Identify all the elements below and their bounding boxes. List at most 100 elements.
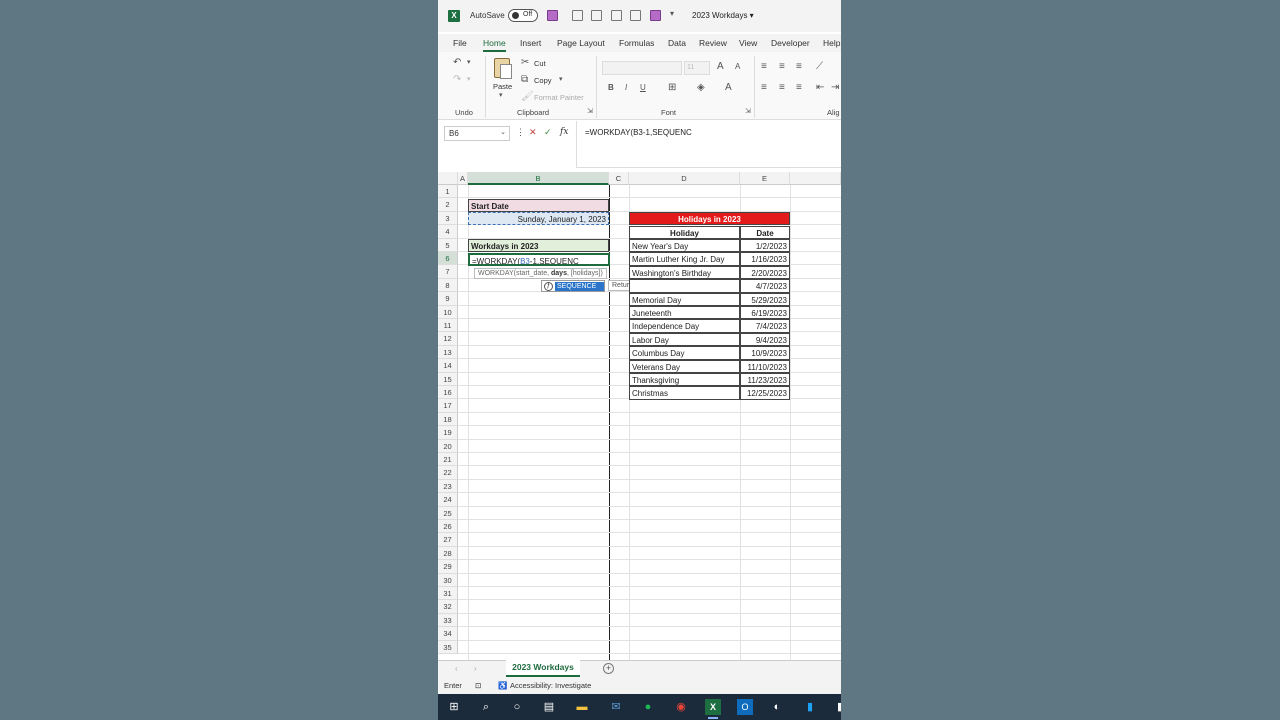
holiday-header[interactable]: Holiday — [629, 226, 740, 240]
redo-icon[interactable]: ↷ — [453, 74, 461, 85]
widgets-icon[interactable]: ▤ — [541, 699, 557, 715]
row-header-13[interactable]: 13 — [438, 345, 458, 360]
tab-data[interactable]: Data — [668, 38, 686, 48]
cell-b6-editing[interactable]: =WORKDAY(B3-1,SEQUENC — [468, 253, 610, 267]
next-sheet-icon[interactable]: › — [474, 664, 477, 673]
row-header-22[interactable]: 22 — [438, 466, 458, 480]
page-icon[interactable] — [591, 10, 602, 21]
row-header-23[interactable]: 23 — [438, 479, 458, 494]
cut-label[interactable]: Cut — [534, 59, 546, 68]
align-bottom-icon[interactable]: ≡ — [796, 61, 802, 72]
app-icon-2[interactable]: ▮ — [832, 699, 841, 715]
row-header-21[interactable]: 21 — [438, 453, 458, 467]
column-header-e[interactable]: E — [740, 172, 790, 185]
paste-dropdown-icon[interactable]: ▾ — [499, 91, 503, 99]
prev-sheet-icon[interactable]: ‹ — [455, 664, 458, 673]
decrease-font-icon[interactable]: A — [735, 62, 740, 71]
holiday-date-cell[interactable]: 6/19/2023 — [740, 306, 790, 320]
holiday-name-cell[interactable]: Thanksgiving — [629, 373, 740, 387]
row-header-17[interactable]: 17 — [438, 399, 458, 413]
format-painter-icon[interactable]: 🖌 — [521, 91, 534, 102]
row-header-19[interactable]: 19 — [438, 426, 458, 440]
cell-b5[interactable]: Workdays in 2023 — [468, 239, 609, 253]
row-header-31[interactable]: 31 — [438, 587, 458, 601]
holiday-date-cell[interactable]: 5/29/2023 — [740, 292, 790, 306]
new-document-icon[interactable] — [572, 10, 583, 21]
name-box-dropdown-icon[interactable]: ⌄ — [500, 128, 506, 136]
accessibility-status[interactable]: Accessibility: Investigate — [510, 681, 591, 690]
row-header-15[interactable]: 15 — [438, 372, 458, 386]
redo-dropdown-icon[interactable]: ▾ — [467, 75, 471, 83]
holiday-name-cell[interactable] — [629, 279, 740, 293]
outlook-icon[interactable]: O — [737, 699, 753, 715]
holiday-date-cell[interactable]: 12/25/2023 — [740, 386, 790, 400]
app-icon[interactable]: ▮ — [802, 699, 818, 715]
mail-icon[interactable]: ✉ — [608, 699, 624, 715]
save-icon[interactable] — [547, 10, 558, 21]
holiday-name-cell[interactable]: Memorial Day — [629, 292, 740, 306]
increase-font-icon[interactable]: A — [717, 61, 724, 72]
spotify-icon[interactable]: ● — [640, 699, 656, 715]
copy-dropdown-icon[interactable]: ▾ — [559, 75, 563, 83]
tab-developer[interactable]: Developer — [771, 38, 810, 48]
row-header-33[interactable]: 33 — [438, 613, 458, 628]
copy-label[interactable]: Copy — [534, 76, 552, 85]
row-header-34[interactable]: 34 — [438, 627, 458, 641]
name-box[interactable]: B6 ⌄ — [444, 126, 510, 141]
row-header-28[interactable]: 28 — [438, 546, 458, 561]
row-header-7[interactable]: 7 — [438, 265, 458, 279]
holiday-date-cell[interactable]: 2/20/2023 — [740, 265, 790, 280]
holiday-name-cell[interactable]: Martin Luther King Jr. Day — [629, 252, 740, 266]
clipboard-launcher-icon[interactable]: ⇲ — [587, 107, 593, 115]
cancel-icon[interactable]: ✕ — [529, 127, 537, 138]
column-header-d[interactable]: D — [629, 172, 740, 185]
row-header-16[interactable]: 16 — [438, 386, 458, 400]
scissors-icon[interactable]: ✂ — [521, 57, 529, 68]
select-all-corner[interactable] — [438, 172, 458, 185]
italic-icon[interactable]: I — [625, 83, 627, 92]
cell-b2[interactable]: Start Date — [468, 199, 609, 213]
tab-insert[interactable]: Insert — [520, 38, 541, 48]
column-header-a[interactable]: A — [458, 172, 468, 185]
align-center-icon[interactable]: ≡ — [779, 82, 785, 93]
insert-function-icon[interactable]: fx — [560, 127, 568, 137]
holiday-name-cell[interactable]: New Year's Day — [629, 239, 740, 253]
row-header-6[interactable]: 6 — [438, 252, 458, 266]
bold-icon[interactable]: B — [608, 83, 614, 92]
task-view-icon[interactable]: ○ — [509, 699, 525, 715]
row-header-25[interactable]: 25 — [438, 506, 458, 520]
excel-taskbar-icon[interactable]: X — [705, 699, 721, 719]
document-title[interactable]: 2023 Workdays ▾ — [692, 11, 754, 20]
add-sheet-icon[interactable]: + — [603, 663, 614, 674]
column-header-c[interactable]: C — [609, 172, 629, 185]
holiday-date-cell[interactable]: 7/4/2023 — [740, 319, 790, 333]
holiday-date-cell[interactable]: 11/23/2023 — [740, 373, 790, 387]
tab-file[interactable]: File — [453, 38, 467, 48]
tab-view[interactable]: View — [739, 38, 757, 48]
tab-page-layout[interactable]: Page Layout — [557, 38, 605, 48]
format-painter-label[interactable]: Format Painter — [534, 93, 584, 102]
holiday-name-cell[interactable]: Washington's Birthday — [629, 265, 740, 280]
formula-input[interactable]: =WORKDAY(B3-1,SEQUENC — [576, 121, 841, 168]
font-launcher-icon[interactable]: ⇲ — [745, 107, 751, 115]
borders-icon[interactable]: ⊞ — [668, 82, 676, 93]
holiday-name-cell[interactable]: Juneteenth — [629, 306, 740, 320]
row-header-5[interactable]: 5 — [438, 238, 458, 252]
row-header-30[interactable]: 30 — [438, 573, 458, 587]
font-size-box[interactable]: 11 — [684, 61, 710, 75]
align-middle-icon[interactable]: ≡ — [779, 61, 785, 72]
tab-review[interactable]: Review — [699, 38, 727, 48]
file-explorer-icon[interactable]: ▬ — [574, 699, 590, 715]
windows-start-icon[interactable]: ⊞ — [446, 699, 462, 715]
paste-label[interactable]: Paste — [493, 82, 512, 91]
holiday-date-cell[interactable]: 1/2/2023 — [740, 239, 790, 253]
row-header-10[interactable]: 10 — [438, 305, 458, 319]
holiday-date-cell[interactable]: 9/4/2023 — [740, 332, 790, 347]
column-header-b[interactable]: B — [468, 172, 609, 185]
align-right-icon[interactable]: ≡ — [796, 82, 802, 93]
macro-icon[interactable]: ⊡ — [475, 681, 481, 690]
undo-dropdown-icon[interactable]: ▾ — [467, 58, 471, 66]
row-header-1[interactable]: 1 — [438, 185, 458, 199]
align-left-icon[interactable]: ≡ — [761, 82, 767, 93]
font-color-icon[interactable]: A — [725, 82, 732, 93]
